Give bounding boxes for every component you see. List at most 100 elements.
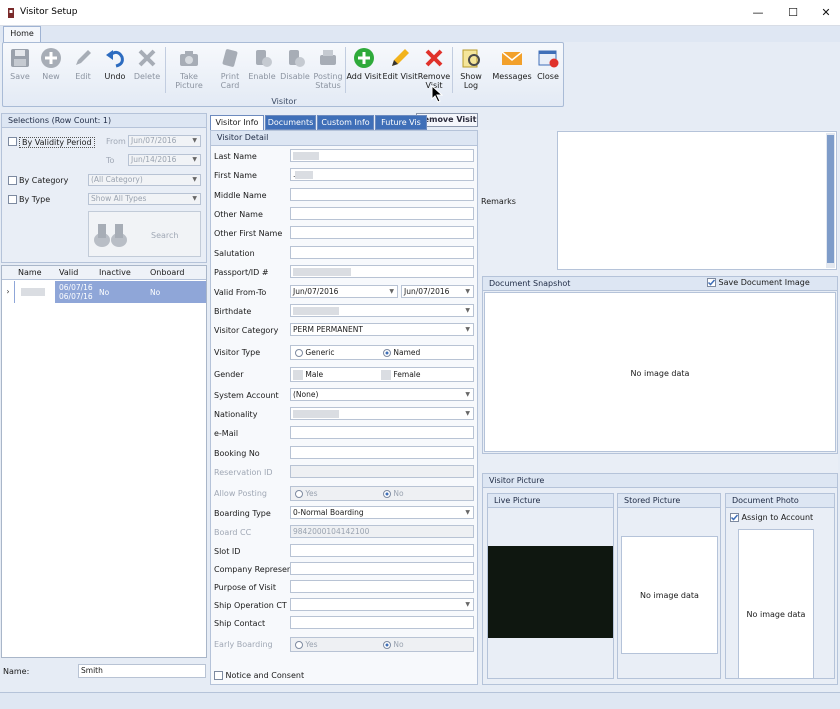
scrollbar[interactable] — [826, 133, 835, 268]
close-window-button[interactable]: ✕ — [812, 4, 840, 22]
visitor-type-generic-radio[interactable]: Generic — [295, 347, 334, 358]
visitor-category-dropdown[interactable]: PERM PERMANENT ▼ — [290, 323, 474, 336]
last-name-input[interactable] — [290, 149, 474, 162]
by-type-label: By Type — [19, 195, 51, 204]
company-represent-input[interactable] — [290, 562, 474, 575]
tab-future-visits[interactable]: Future Vis — [375, 115, 427, 130]
slot-id-input[interactable] — [290, 544, 474, 557]
by-validity-label: By Validity Period — [19, 137, 95, 148]
ship-operation-ct-dropdown[interactable]: ▼ — [290, 598, 474, 611]
document-photo-header: Document Photo — [726, 494, 834, 508]
remarks-textarea[interactable] — [557, 131, 837, 270]
visitor-type-named-radio[interactable]: Named — [383, 347, 420, 358]
other-name-input[interactable] — [290, 207, 474, 220]
assign-to-account-checkbox[interactable]: Assign to Account — [730, 513, 813, 522]
take-picture-button[interactable]: Take Picture — [166, 47, 212, 95]
valid-from-picker[interactable]: Jun/07/2016 ▼ — [290, 285, 398, 298]
document-photo-image: No image data — [738, 529, 814, 679]
to-date-picker[interactable]: Jun/14/2016 ▼ — [128, 154, 201, 166]
remarks-label: Remarks — [481, 197, 516, 206]
booking-no-input[interactable] — [290, 446, 474, 459]
type-dropdown[interactable]: Show All Types ▼ — [88, 193, 201, 205]
tab-home[interactable]: Home — [3, 26, 41, 42]
first-name-input[interactable]: . — [290, 168, 474, 181]
salutation-input[interactable] — [290, 246, 474, 259]
valid-to-picker[interactable]: Jun/07/2016 ▼ — [401, 285, 474, 298]
chevron-down-icon: ▼ — [465, 391, 470, 398]
chevron-down-icon: ▼ — [465, 509, 470, 516]
col-valid[interactable]: Valid — [59, 266, 78, 279]
gender-female-option[interactable]: Female — [381, 369, 421, 380]
col-name[interactable]: Name — [18, 266, 42, 279]
undo-button[interactable]: Undo — [100, 47, 130, 95]
other-first-name-input[interactable] — [290, 226, 474, 239]
chevron-down-icon: ▼ — [465, 410, 470, 417]
nationality-dropdown[interactable]: ▼ — [290, 407, 474, 420]
enable-button[interactable]: Enable — [247, 47, 277, 95]
email-input[interactable] — [290, 426, 474, 439]
system-account-dropdown[interactable]: (None) ▼ — [290, 388, 474, 401]
maximize-button[interactable]: ☐ — [779, 4, 807, 22]
row-inactive-cell: No — [99, 288, 110, 297]
no-image-text: No image data — [630, 369, 690, 378]
chevron-down-icon: ▼ — [465, 307, 470, 314]
boarding-type-dropdown[interactable]: 0-Normal Boarding ▼ — [290, 506, 474, 519]
by-type-checkbox[interactable] — [8, 195, 17, 206]
notice-consent-checkbox[interactable]: Notice and Consent — [214, 671, 304, 680]
close-button[interactable]: Close — [533, 47, 563, 95]
plus-icon — [40, 47, 62, 69]
close-window-icon — [537, 47, 559, 69]
show-log-button[interactable]: Show Log — [453, 47, 489, 95]
birthdate-dropdown[interactable]: ▼ — [290, 304, 474, 317]
save-document-image-checkbox[interactable]: Save Document Image — [707, 278, 810, 287]
save-button[interactable]: Save — [5, 47, 35, 95]
category-dropdown[interactable]: (All Category) ▼ — [88, 174, 201, 186]
edit-button[interactable]: Edit — [68, 47, 98, 95]
disable-button[interactable]: Disable — [279, 47, 311, 95]
visitor-detail-header: Visitor Detail — [211, 131, 477, 146]
grid-header: Name Valid Inactive Onboard — [2, 266, 206, 280]
visitor-type-group: Generic Named — [290, 345, 474, 360]
visitor-category-label: Visitor Category — [214, 326, 279, 335]
new-button[interactable]: New — [36, 47, 66, 95]
add-visit-icon — [353, 47, 375, 69]
ship-contact-input[interactable] — [290, 616, 474, 629]
add-visit-button[interactable]: Add Visit — [346, 47, 382, 95]
gender-male-option[interactable]: Male — [293, 369, 323, 380]
allow-posting-label: Allow Posting — [214, 489, 268, 498]
name-filter-input[interactable]: Smith — [78, 664, 206, 678]
messages-button[interactable]: Messages — [492, 47, 532, 95]
by-validity-checkbox[interactable] — [8, 137, 17, 148]
by-category-checkbox[interactable] — [8, 176, 17, 187]
chevron-down-icon: ▼ — [465, 326, 470, 333]
col-inactive[interactable]: Inactive — [99, 266, 131, 279]
tab-visitor-info[interactable]: Visitor Info — [210, 115, 264, 130]
tab-custom-info[interactable]: Custom Info — [317, 115, 374, 130]
live-picture-image — [488, 546, 613, 638]
col-onboard[interactable]: Onboard — [150, 266, 184, 279]
visitor-type-label: Visitor Type — [214, 348, 261, 357]
chevron-down-icon: ▼ — [389, 288, 394, 295]
first-name-label: First Name — [214, 171, 257, 180]
gender-group: Male Female — [290, 367, 474, 382]
system-account-label: System Account — [214, 391, 279, 400]
print-card-button[interactable]: Print Card — [215, 47, 245, 95]
edit-visit-button[interactable]: Edit Visit — [382, 47, 418, 95]
early-boarding-yes-radio: Yes — [295, 639, 318, 650]
purpose-of-visit-input[interactable] — [290, 580, 474, 593]
posting-status-button[interactable]: Posting Status — [311, 47, 345, 95]
allow-posting-yes-radio: Yes — [295, 488, 318, 499]
middle-name-input[interactable] — [290, 188, 474, 201]
board-cc-label: Board CC — [214, 528, 252, 537]
table-row[interactable]: › 06/07/16 06/07/16 No No — [2, 281, 206, 303]
boarding-type-label: Boarding Type — [214, 509, 271, 518]
ribbon-group-label: Visitor — [271, 97, 297, 106]
minimize-button[interactable]: — — [744, 4, 772, 22]
tab-documents[interactable]: Documents — [265, 115, 316, 130]
passport-input[interactable] — [290, 265, 474, 278]
search-button[interactable]: Search — [88, 211, 201, 257]
visitor-grid: Name Valid Inactive Onboard › 06/07/16 06… — [1, 265, 207, 658]
disable-icon — [284, 47, 306, 69]
from-date-picker[interactable]: Jun/07/2016 ▼ — [128, 135, 201, 147]
delete-button[interactable]: Delete — [132, 47, 162, 95]
